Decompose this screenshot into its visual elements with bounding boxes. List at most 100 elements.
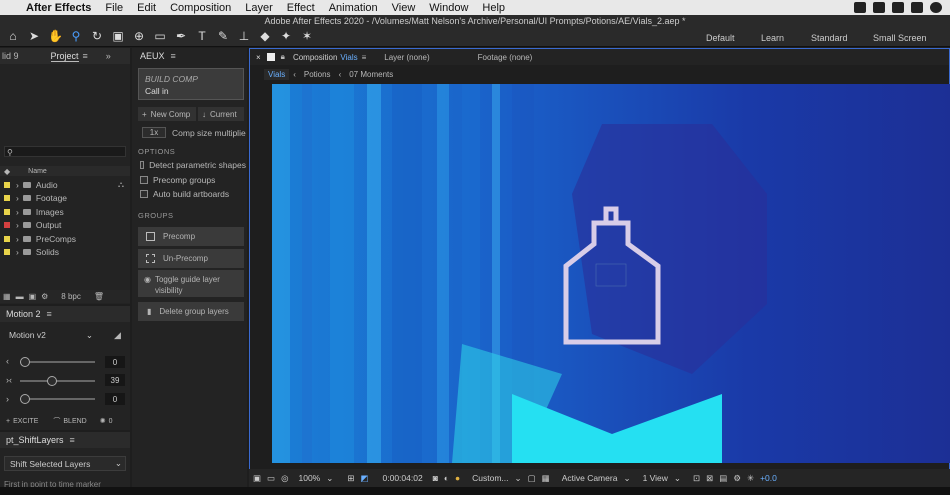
menu-window[interactable]: Window	[429, 2, 468, 14]
blend-icon[interactable]: ⌒	[53, 416, 60, 426]
hand-tool-icon[interactable]: ✋	[48, 29, 63, 43]
pan-behind-tool-icon[interactable]: ⊕	[132, 29, 146, 43]
tab-project[interactable]: Project	[50, 51, 79, 62]
puppet-tool-icon[interactable]: ✶	[300, 29, 314, 43]
menu-file[interactable]: File	[105, 2, 123, 14]
shape-tool-icon[interactable]: ▭	[153, 29, 167, 43]
zoom-tool-icon[interactable]: ⚲	[69, 29, 83, 43]
menu-layer[interactable]: Layer	[245, 2, 273, 14]
camera-dropdown[interactable]: Active Camera	[562, 473, 618, 483]
delete-groups-button[interactable]: ▮ Delete group layers	[138, 302, 244, 321]
new-comp-button[interactable]: + New Comp	[138, 107, 196, 121]
rotate-tool-icon[interactable]: ↻	[90, 29, 104, 43]
bpc-label[interactable]: 8 bpc	[61, 292, 81, 301]
menu-help[interactable]: Help	[482, 2, 505, 14]
option-precomp-groups[interactable]: Precomp groups	[140, 175, 215, 185]
chevron-right-icon[interactable]: ›	[16, 234, 19, 244]
chevron-right-icon[interactable]: ›	[16, 207, 19, 217]
chevron-right-icon[interactable]: ›	[6, 394, 9, 404]
mask-icon[interactable]: ◩	[360, 473, 368, 484]
chevron-down-icon[interactable]: ⌄	[674, 473, 681, 484]
pen-tool-icon[interactable]: ✒	[174, 29, 188, 43]
clone-stamp-tool-icon[interactable]: ⊥	[237, 29, 251, 43]
grid-icon[interactable]: ⊞	[347, 473, 354, 484]
comp-color-swatch[interactable]	[266, 53, 275, 61]
option-auto-build[interactable]: Auto build artboards	[140, 189, 229, 199]
excite-button[interactable]: EXCITE	[13, 418, 38, 425]
slider-value-2[interactable]: 39	[105, 374, 125, 386]
fast-preview-icon[interactable]: ⊠	[706, 473, 713, 484]
reset-exposure-icon[interactable]: ⊡	[693, 473, 700, 484]
tab-shift-layers[interactable]: pt_ShiftLayers	[6, 435, 64, 445]
tab-layer[interactable]: Layer (none)	[384, 53, 429, 62]
lock-icon[interactable]: 🔒︎	[281, 52, 285, 62]
monitor-icon[interactable]: ▭	[267, 473, 275, 484]
panel-menu-icon[interactable]: ≡	[171, 51, 176, 61]
scale-input[interactable]: 1x	[142, 127, 166, 138]
composition-viewer[interactable]	[272, 84, 950, 463]
unprecomp-button[interactable]: Un-Precomp	[138, 249, 244, 268]
panel-menu-icon[interactable]: ≡	[70, 435, 75, 445]
selection-tool-icon[interactable]: ➤	[27, 29, 41, 43]
excite-icon[interactable]: +	[6, 418, 10, 425]
menu-composition[interactable]: Composition	[170, 2, 231, 14]
breadcrumb-moments[interactable]: 07 Moments	[349, 70, 393, 79]
flowchart-icon[interactable]: ⛬	[118, 179, 124, 190]
slider-track[interactable]	[20, 398, 95, 400]
roto-brush-tool-icon[interactable]: ✦	[279, 29, 293, 43]
menu-app-name[interactable]: After Effects	[26, 2, 91, 14]
home-icon[interactable]: ⌂	[6, 29, 20, 43]
chevron-right-icon[interactable]: ›	[16, 247, 19, 257]
workspace-default[interactable]: Default	[706, 33, 735, 43]
chevron-down-icon[interactable]: ⌄	[623, 473, 630, 484]
checkbox[interactable]	[140, 176, 148, 184]
list-item[interactable]: › Footage	[0, 192, 130, 206]
panel-menu-icon[interactable]: ≡	[362, 53, 367, 62]
menu-edit[interactable]: Edit	[137, 2, 156, 14]
camera-tool-icon[interactable]: ▣	[111, 29, 125, 43]
label-swatch[interactable]	[4, 181, 10, 188]
chevron-down-icon[interactable]: ⌄	[515, 473, 522, 484]
motion-preset-dropdown[interactable]: Motion v2 ⌄	[4, 328, 96, 342]
chevron-down-icon[interactable]: ⌄	[326, 473, 333, 484]
menubar-cc-icon[interactable]	[911, 2, 923, 13]
resolution-dropdown[interactable]: Custom...	[472, 473, 508, 483]
label-swatch[interactable]	[4, 195, 10, 202]
show-snapshot-icon[interactable]: ◐	[444, 473, 449, 483]
checkbox[interactable]	[140, 190, 148, 198]
menubar-extra-icon[interactable]	[854, 2, 866, 13]
blend-button[interactable]: BLEND	[63, 418, 86, 425]
flowchart-icon[interactable]: ▤	[719, 473, 727, 484]
interpret-footage-icon[interactable]: ▦	[3, 292, 11, 301]
chevron-left-icon[interactable]: ‹	[6, 356, 9, 366]
panel-menu-icon[interactable]: ≡	[83, 51, 88, 61]
project-search-input[interactable]: ⚲	[4, 146, 126, 157]
burst-icon[interactable]: ✺	[100, 417, 106, 425]
chevron-right-icon[interactable]: ›	[16, 193, 19, 203]
menu-effect[interactable]: Effect	[287, 2, 315, 14]
chevron-both-icon[interactable]: ›‹	[6, 375, 12, 385]
zoom-dropdown[interactable]: 100%	[298, 473, 320, 483]
label-swatch[interactable]	[4, 249, 10, 256]
tab-footage[interactable]: Footage (none)	[478, 53, 533, 62]
eraser-tool-icon[interactable]: ◆	[258, 29, 272, 43]
slider-value-1[interactable]: 0	[105, 356, 125, 368]
label-icon[interactable]: ◆	[4, 167, 10, 176]
list-item[interactable]: › Solids	[0, 246, 130, 260]
menubar-plus-icon[interactable]	[873, 2, 885, 13]
views-dropdown[interactable]: 1 View	[643, 473, 668, 483]
settings-icon[interactable]: ⚙	[733, 473, 741, 484]
slider-value-3[interactable]: 0	[105, 393, 125, 405]
chevron-right-icon[interactable]: ›	[16, 220, 19, 230]
precomp-button[interactable]: Precomp	[138, 227, 244, 246]
slider-knob[interactable]	[20, 357, 30, 367]
comp-tab-prefix[interactable]: Composition	[293, 53, 337, 62]
workspace-standard[interactable]: Standard	[811, 33, 848, 43]
tab-lid[interactable]: lid 9	[2, 51, 19, 61]
exposure-icon[interactable]: ✳	[747, 473, 754, 484]
slider-track[interactable]	[20, 380, 95, 382]
exposure-value[interactable]: +0.0	[760, 473, 777, 483]
chevron-right-icon[interactable]: ›	[16, 180, 19, 190]
workspace-small-screen[interactable]: Small Screen	[873, 33, 927, 43]
list-item[interactable]: › Audio ⛬	[0, 178, 130, 192]
